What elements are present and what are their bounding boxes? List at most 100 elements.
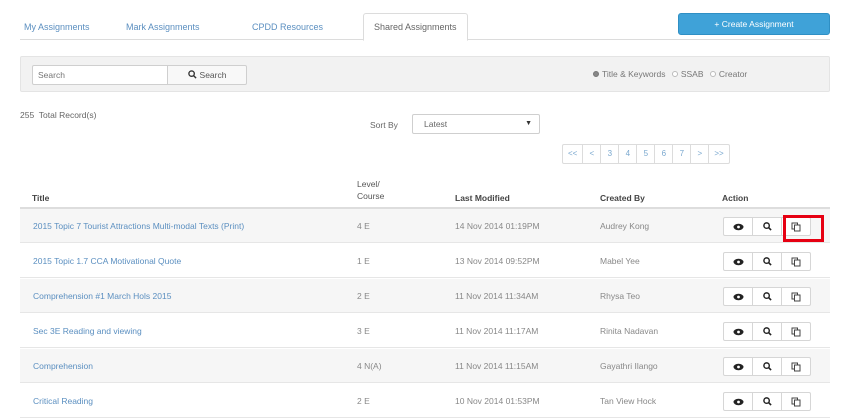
radio-ssab[interactable]: SSAB [671, 69, 704, 79]
assignment-title-link[interactable]: 2015 Topic 7 Tourist Attractions Multi-m… [33, 209, 244, 243]
col-header-title[interactable]: Title [32, 192, 49, 204]
col-header-created-by[interactable]: Created By [600, 192, 645, 204]
search-button-label: Search [199, 70, 227, 80]
preview-button[interactable] [752, 357, 782, 376]
level-course: 4 N(A) [357, 361, 382, 371]
page-button-7[interactable]: 7 [672, 144, 692, 164]
col-header-level-line2: Course [357, 191, 385, 201]
page-first-button[interactable]: << [562, 144, 584, 164]
radio-dot [709, 71, 716, 77]
eye-icon [733, 223, 743, 230]
tab-shared-assignments[interactable]: Shared Assignments [363, 13, 468, 41]
row-actions [723, 252, 811, 271]
tab-mark-assignments[interactable]: Mark Assignments [126, 15, 200, 40]
col-header-level-line1: Level/ [357, 179, 380, 189]
search-input[interactable] [32, 65, 168, 85]
copy-icon [791, 327, 801, 336]
radio-label: Title & Keywords [602, 69, 666, 79]
level-course: 2 E [357, 396, 370, 406]
page-next-button[interactable]: > [690, 144, 710, 164]
table-row: Comprehension 4 N(A) 11 Nov 2014 11:15AM Ga… [20, 349, 830, 383]
eye-icon [733, 363, 743, 370]
page-button-5[interactable]: 5 [636, 144, 656, 164]
created-by: Rhysa Teo [600, 291, 641, 301]
page-button-4[interactable]: 4 [618, 144, 638, 164]
preview-button[interactable] [752, 252, 782, 271]
radio-dot [671, 71, 678, 77]
last-modified: 11 Nov 2014 11:17AM [455, 326, 539, 336]
assignment-title-link[interactable]: 2015 Topic 1.7 CCA Motivational Quote [33, 244, 181, 278]
row-actions [723, 357, 811, 376]
copy-button[interactable] [781, 392, 811, 411]
level-course: 3 E [357, 326, 370, 336]
assignment-title-link[interactable]: Sec 3E Reading and viewing [33, 314, 142, 348]
view-button[interactable] [723, 252, 753, 271]
sort-by-label: Sort By [370, 120, 398, 130]
total-count: 255 [20, 110, 35, 120]
preview-button[interactable] [752, 322, 782, 341]
sort-selected-value: Latest [424, 119, 448, 129]
preview-button[interactable] [752, 287, 782, 306]
view-button[interactable] [723, 392, 753, 411]
eye-icon [733, 258, 743, 265]
level-course: 1 E [357, 256, 370, 266]
search-panel: Search Title & Keywords SSAB Creator [20, 56, 830, 92]
magnifier-icon [762, 292, 772, 301]
view-button[interactable] [723, 217, 753, 236]
table-row: 2015 Topic 1.7 CCA Motivational Quote 1 E… [20, 244, 830, 278]
copy-button[interactable] [781, 252, 811, 271]
magnifier-icon [762, 257, 772, 266]
tab-cpdd-resources[interactable]: CPDD Resources [252, 15, 323, 40]
radio-creator[interactable]: Creator [709, 69, 747, 79]
total-records: 255 Total Record(s) [20, 110, 96, 120]
table-row: 2015 Topic 7 Tourist Attractions Multi-m… [20, 209, 830, 243]
eye-icon [733, 328, 743, 335]
preview-button[interactable] [752, 392, 782, 411]
create-assignment-button[interactable]: + Create Assignment [678, 13, 830, 35]
assignment-title-link[interactable]: Critical Reading [33, 384, 93, 418]
assignment-title-link[interactable]: Comprehension #1 March Hols 2015 [33, 279, 171, 313]
magnifier-icon [187, 70, 197, 79]
view-button[interactable] [723, 322, 753, 341]
view-button[interactable] [723, 287, 753, 306]
created-by: Rinita Nadavan [600, 326, 659, 336]
page-prev-button[interactable]: < [582, 144, 602, 164]
col-header-action: Action [722, 193, 749, 203]
magnifier-icon [762, 362, 772, 371]
magnifier-icon [762, 397, 772, 406]
assignment-title-link[interactable]: Comprehension [33, 349, 93, 383]
row-actions [723, 287, 811, 306]
sort-select[interactable]: Latest ▼ [412, 114, 540, 134]
last-modified: 11 Nov 2014 11:34AM [455, 291, 539, 301]
magnifier-icon [762, 327, 772, 336]
page-last-button[interactable]: >> [708, 144, 730, 164]
row-actions [723, 322, 811, 341]
page-button-3[interactable]: 3 [600, 144, 620, 164]
tab-my-assignments[interactable]: My Assignments [24, 15, 90, 40]
caret-down-icon: ▼ [525, 120, 532, 127]
search-button[interactable]: Search [167, 65, 247, 85]
total-label: Total Record(s) [38, 110, 97, 120]
col-header-level[interactable]: Level/Course [357, 178, 384, 202]
col-header-last-modified[interactable]: Last Modified [455, 192, 510, 204]
copy-button[interactable] [781, 287, 811, 306]
copy-button[interactable] [781, 322, 811, 341]
copy-button-highlight [783, 215, 824, 242]
copy-button[interactable] [781, 357, 811, 376]
page-button-6[interactable]: 6 [654, 144, 674, 164]
copy-icon [791, 257, 801, 266]
row-actions [723, 392, 811, 411]
table-row: Sec 3E Reading and viewing 3 E 11 Nov 2014… [20, 314, 830, 348]
copy-icon [791, 292, 801, 301]
last-modified: 14 Nov 2014 01:19PM [455, 221, 540, 231]
magnifier-icon [762, 222, 772, 231]
created-by: Gayathri Ilango [600, 361, 658, 371]
view-button[interactable] [723, 357, 753, 376]
eye-icon [733, 398, 743, 405]
created-by: Audrey Kong [600, 221, 650, 231]
last-modified: 13 Nov 2014 09:52PM [455, 256, 540, 266]
preview-button[interactable] [752, 217, 782, 236]
radio-title-keywords[interactable]: Title & Keywords [593, 69, 665, 79]
table-row: Comprehension #1 March Hols 2015 2 E 11 No… [20, 279, 830, 313]
pagination: << < 3 4 5 6 7 > >> [562, 144, 730, 164]
